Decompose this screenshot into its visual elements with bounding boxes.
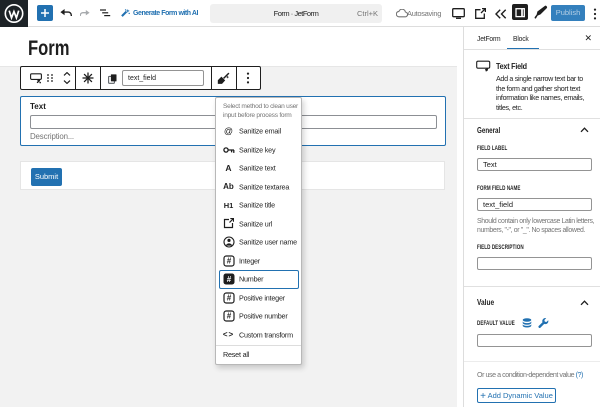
svg-text:#: # [226, 293, 231, 302]
svg-text:#: # [226, 256, 231, 265]
svg-text:#: # [226, 312, 231, 321]
